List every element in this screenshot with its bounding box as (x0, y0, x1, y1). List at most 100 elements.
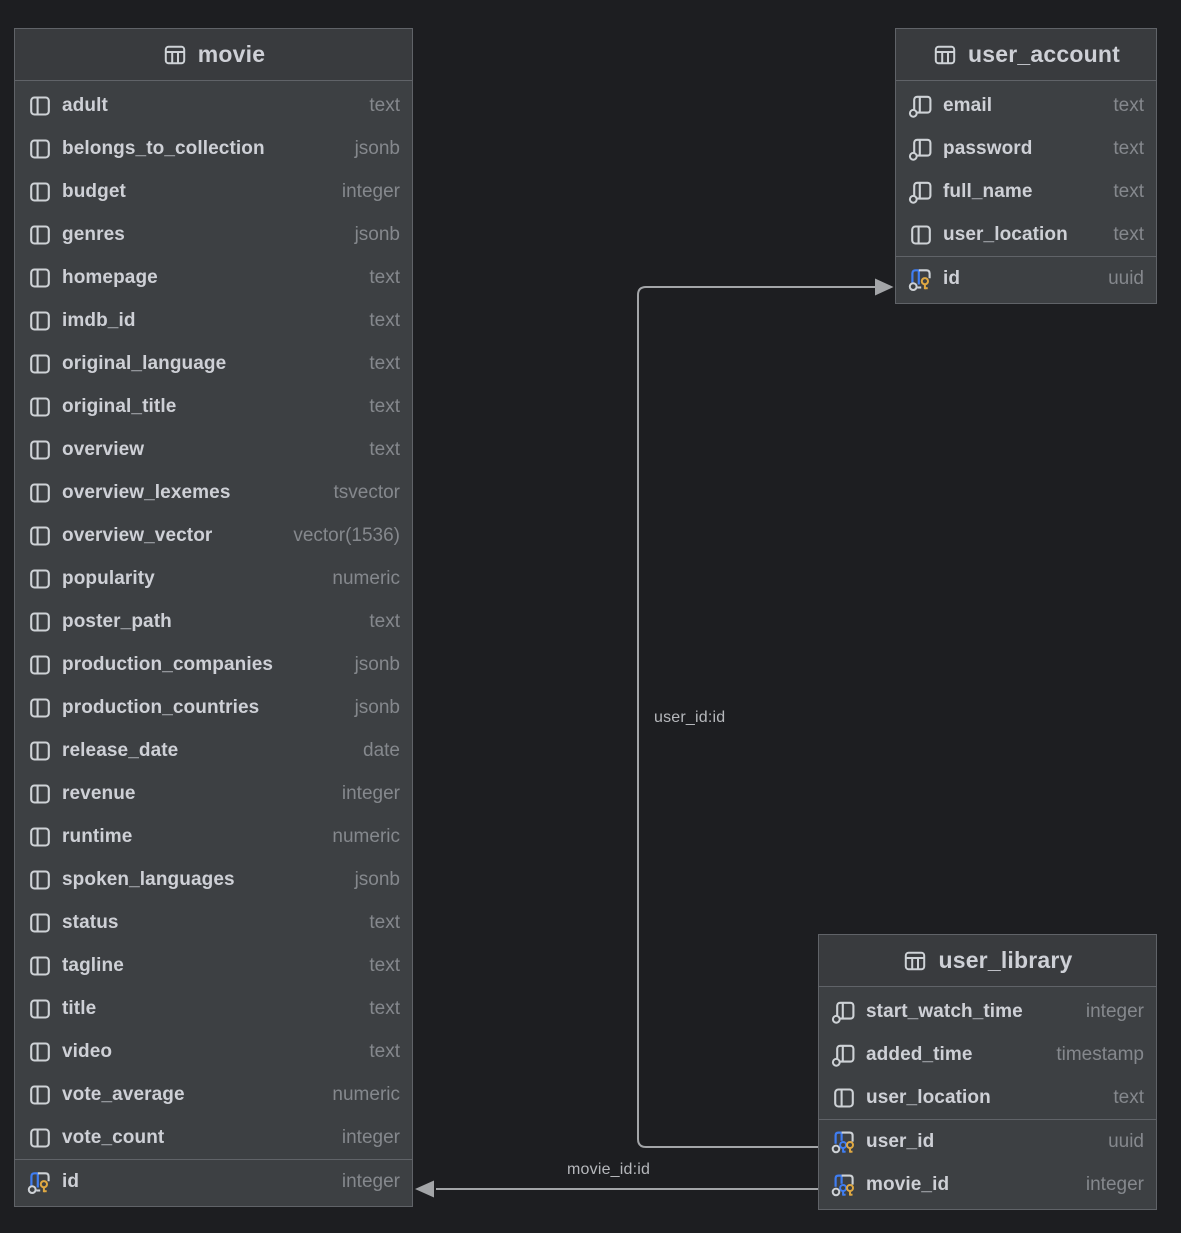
column-row-tagline[interactable]: taglinetext (15, 944, 412, 987)
column-row-id[interactable]: idinteger (15, 1160, 412, 1203)
column-row-runtime[interactable]: runtime numeric (15, 815, 412, 858)
arrowhead-movie-id (415, 1181, 434, 1198)
column-indexed-icon (831, 999, 857, 1025)
column-row-email[interactable]: email text (896, 84, 1156, 127)
column-row-belongs_to_collection[interactable]: belongs_to_collectionjsonb (15, 127, 412, 170)
column-row-video[interactable]: video text (15, 1030, 412, 1073)
column-type: integer (342, 1171, 400, 1193)
column-type: numeric (332, 826, 400, 848)
primary-key-icon (908, 266, 934, 292)
column-indexed-icon (908, 136, 934, 162)
column-name: revenue (62, 783, 136, 805)
column-row-production_companies[interactable]: production_companiesjsonb (15, 643, 412, 686)
column-type: integer (342, 1127, 400, 1149)
column-row-vote_average[interactable]: vote_averagenumeric (15, 1073, 412, 1116)
column-type: text (369, 310, 400, 332)
column-row-revenue[interactable]: revenueinteger (15, 772, 412, 815)
column-row-budget[interactable]: budgetinteger (15, 170, 412, 213)
column-row-adult[interactable]: adulttext (15, 84, 412, 127)
column-row-release_date[interactable]: release_datedate (15, 729, 412, 772)
relationship-movie-id-line[interactable] (415, 1181, 818, 1198)
column-name: user_id (866, 1131, 934, 1153)
table-movie-header[interactable]: movie (15, 29, 412, 81)
table-title: user_account (968, 41, 1120, 68)
column-row-production_countries[interactable]: production_countriesjsonb (15, 686, 412, 729)
column-type: text (369, 912, 400, 934)
column-type: text (369, 439, 400, 461)
column-row-status[interactable]: statustext (15, 901, 412, 944)
column-name: runtime (62, 826, 132, 848)
column-type: vector(1536) (293, 525, 400, 547)
column-name: release_date (62, 740, 178, 762)
column-row-added_time[interactable]: added_timetimestamp (819, 1033, 1156, 1076)
column-icon (27, 179, 53, 205)
column-row-overview_lexemes[interactable]: overview_lexemes tsvector (15, 471, 412, 514)
column-row-original_title[interactable]: original_titletext (15, 385, 412, 428)
column-name: popularity (62, 568, 155, 590)
column-icon (27, 136, 53, 162)
column-icon (27, 480, 53, 506)
column-row-homepage[interactable]: homepagetext (15, 256, 412, 299)
column-name: production_companies (62, 654, 273, 676)
column-name: overview_vector (62, 525, 212, 547)
column-row-full_name[interactable]: full_nametext (896, 170, 1156, 213)
column-row-user_location[interactable]: user_locationtext (819, 1076, 1156, 1119)
column-row-overview_vector[interactable]: overview_vector vector(1536) (15, 514, 412, 557)
column-row-user_id[interactable]: user_id uuid (819, 1120, 1156, 1163)
column-row-genres[interactable]: genresjsonb (15, 213, 412, 256)
column-icon (27, 1082, 53, 1108)
column-row-start_watch_time[interactable]: start_watch_timeinteger (819, 990, 1156, 1033)
arrowhead-user-id (875, 279, 894, 296)
column-type: jsonb (355, 869, 400, 891)
column-icon (27, 996, 53, 1022)
table-user-library[interactable]: user_library start_watch_timeinteger add… (818, 934, 1157, 1210)
table-title: movie (198, 41, 265, 68)
column-row-movie_id[interactable]: movie_idinteger (819, 1163, 1156, 1206)
column-type: text (369, 1041, 400, 1063)
column-row-overview[interactable]: overviewtext (15, 428, 412, 471)
column-row-imdb_id[interactable]: imdb_id text (15, 299, 412, 342)
column-icon (27, 308, 53, 334)
column-icon (27, 910, 53, 936)
column-row-password[interactable]: passwordtext (896, 127, 1156, 170)
column-name: user_location (943, 224, 1068, 246)
column-name: production_countries (62, 697, 259, 719)
column-type: integer (1086, 1001, 1144, 1023)
column-icon (27, 222, 53, 248)
column-name: homepage (62, 267, 158, 289)
column-name: original_title (62, 396, 176, 418)
column-type: uuid (1108, 268, 1144, 290)
column-type: uuid (1108, 1131, 1144, 1153)
column-icon (27, 523, 53, 549)
column-row-title[interactable]: titletext (15, 987, 412, 1030)
column-name: email (943, 95, 992, 117)
column-row-original_language[interactable]: original_languagetext (15, 342, 412, 385)
column-row-poster_path[interactable]: poster_pathtext (15, 600, 412, 643)
column-name: poster_path (62, 611, 172, 633)
column-icon (27, 953, 53, 979)
table-user-library-header[interactable]: user_library (819, 935, 1156, 987)
table-user-account[interactable]: user_account email text passwordtext full… (895, 28, 1157, 304)
column-row-spoken_languages[interactable]: spoken_languagesjsonb (15, 858, 412, 901)
column-type: text (1113, 95, 1144, 117)
column-row-user_location[interactable]: user_location text (896, 213, 1156, 256)
column-row-vote_count[interactable]: vote_countinteger (15, 1116, 412, 1159)
column-type: text (369, 95, 400, 117)
column-type: text (1113, 224, 1144, 246)
table-icon (162, 42, 188, 68)
primary-key-icon (27, 1169, 53, 1195)
column-type: tsvector (333, 482, 400, 504)
column-type: numeric (332, 1084, 400, 1106)
column-icon (27, 609, 53, 635)
column-name: overview_lexemes (62, 482, 231, 504)
column-name: video (62, 1041, 112, 1063)
column-icon (27, 738, 53, 764)
table-movie[interactable]: movie adulttext belongs_to_collectionjso… (14, 28, 413, 1207)
table-movie-key-columns: idinteger (15, 1159, 412, 1206)
column-row-popularity[interactable]: popularitynumeric (15, 557, 412, 600)
table-user-account-header[interactable]: user_account (896, 29, 1156, 81)
column-name: added_time (866, 1044, 973, 1066)
diagram-canvas: user_id:id movie_id:id movie adulttext b… (0, 0, 1181, 1233)
column-row-id[interactable]: iduuid (896, 257, 1156, 300)
column-name: imdb_id (62, 310, 136, 332)
